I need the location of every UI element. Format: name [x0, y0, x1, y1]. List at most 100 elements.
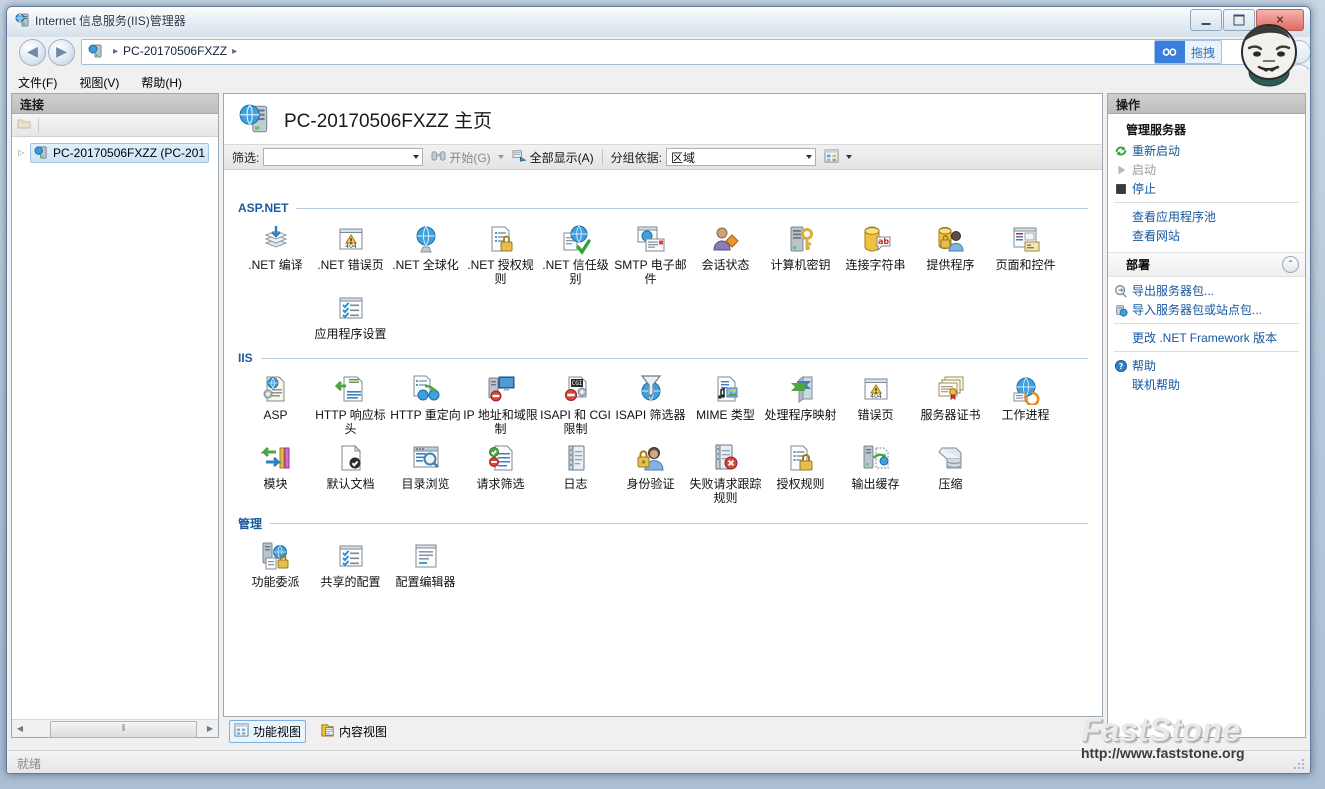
- feature-ip-address-domain-restrictions[interactable]: IP 地址和域限制: [463, 369, 538, 438]
- feature-configuration-editor[interactable]: 配置编辑器: [388, 536, 463, 591]
- feature-worker-processes[interactable]: 工作进程: [988, 369, 1063, 438]
- feature-application-settings[interactable]: 应用程序设置: [313, 288, 388, 343]
- filter-input[interactable]: [263, 148, 424, 166]
- feature-http-response-headers[interactable]: HTTP 响应标头: [313, 369, 388, 438]
- face-sticker-overlay: [1233, 20, 1305, 88]
- menu-item-file[interactable]: 文件(F): [7, 70, 68, 94]
- breadcrumb-separator-2[interactable]: ▸: [227, 46, 242, 57]
- netdisk-drag-badge[interactable]: 拖拽: [1153, 40, 1222, 64]
- mime-types-icon: [710, 373, 742, 405]
- feature-mime-types[interactable]: MIME 类型: [688, 369, 763, 438]
- feature-feature-delegation[interactable]: 功能委派: [238, 536, 313, 591]
- feature-net-authorization-rules[interactable]: .NET 授权规则: [463, 219, 538, 288]
- action-help[interactable]: ? 帮助: [1108, 356, 1305, 375]
- feature-machine-key[interactable]: 计算机密钥: [763, 219, 838, 288]
- action-view-application-pools[interactable]: 查看应用程序池: [1108, 207, 1305, 226]
- connections-tree[interactable]: ▷ PC-20170506FXZZ (PC-201: [12, 137, 218, 163]
- breadcrumb-item-server[interactable]: PC-20170506FXZZ: [123, 44, 227, 58]
- action-stop[interactable]: 停止: [1108, 179, 1305, 198]
- go-chevron-down-icon[interactable]: [497, 155, 504, 159]
- smtp-email-icon: [635, 223, 667, 255]
- action-import-server-or-site-package[interactable]: 导入服务器包或站点包...: [1108, 300, 1305, 319]
- feature-net-compilation[interactable]: .NET 编译: [238, 219, 313, 288]
- scroll-right-arrow[interactable]: ▶: [202, 724, 218, 733]
- tree-item-selected[interactable]: PC-20170506FXZZ (PC-201: [30, 142, 210, 163]
- view-mode-button[interactable]: [824, 148, 853, 166]
- chevron-down-icon[interactable]: [806, 155, 813, 159]
- group-by-select[interactable]: 区域: [666, 148, 817, 166]
- forward-button[interactable]: ▶: [48, 39, 75, 66]
- isapi-filters-icon: [635, 373, 667, 405]
- chevron-down-icon[interactable]: [413, 155, 420, 159]
- menu-item-view[interactable]: 视图(V): [68, 70, 130, 94]
- svg-text:ab: ab: [877, 237, 888, 246]
- tab-content-view[interactable]: 内容视图: [316, 721, 391, 742]
- connect-to-server-icon[interactable]: [16, 116, 34, 134]
- action-change-dotnet-framework-version[interactable]: 更改 .NET Framework 版本: [1108, 328, 1305, 347]
- scroll-thumb[interactable]: ⦀: [50, 721, 197, 738]
- scroll-left-arrow[interactable]: ◀: [12, 724, 28, 733]
- menu-item-help[interactable]: 帮助(H): [130, 70, 193, 94]
- action-online-help[interactable]: 联机帮助: [1108, 375, 1305, 394]
- feature-isapi-cgi-restrictions[interactable]: CGI ISAPI 和 CGI 限制: [538, 369, 613, 438]
- feature-net-trust-levels[interactable]: .NET 信任级别: [538, 219, 613, 288]
- svg-text:?: ?: [1119, 361, 1124, 370]
- resize-grip[interactable]: [1292, 757, 1306, 771]
- breadcrumb[interactable]: ▸ PC-20170506FXZZ ▸: [108, 40, 242, 62]
- filter-label: 筛选:: [232, 150, 260, 165]
- feature-asp[interactable]: ASP: [238, 369, 313, 438]
- feature-pages-and-controls[interactable]: 页面和控件: [988, 219, 1063, 288]
- tree-row-server[interactable]: ▷ PC-20170506FXZZ (PC-201: [12, 142, 218, 163]
- feature-logging[interactable]: 日志: [538, 438, 613, 507]
- feature-net-error-pages[interactable]: 404 .NET 错误页: [313, 219, 388, 288]
- action-view-sites[interactable]: 查看网站: [1108, 226, 1305, 245]
- feature-net-globalization[interactable]: .NET 全球化: [388, 219, 463, 288]
- toolbar-divider: [601, 149, 603, 165]
- action-start[interactable]: 启动: [1108, 160, 1305, 179]
- expander-icon[interactable]: ▷: [18, 148, 30, 157]
- view-chevron-down-icon[interactable]: [846, 155, 853, 159]
- action-restart[interactable]: 重新启动: [1108, 141, 1305, 160]
- go-button[interactable]: 开始(G): [431, 149, 504, 166]
- feature-error-pages[interactable]: 404 错误页: [838, 369, 913, 438]
- feature-shared-configuration[interactable]: 共享的配置: [313, 536, 388, 591]
- feature-modules[interactable]: 模块: [238, 438, 313, 507]
- feature-compression[interactable]: 压缩: [913, 438, 988, 507]
- show-all-button[interactable]: 全部显示(A): [512, 149, 594, 166]
- feature-http-redirect[interactable]: HTTP 重定向: [388, 369, 463, 438]
- feature-label: HTTP 响应标头: [315, 408, 386, 436]
- scroll-track[interactable]: ⦀: [28, 721, 202, 738]
- feature-label: MIME 类型: [696, 408, 755, 422]
- feature-request-filtering[interactable]: 请求筛选: [463, 438, 538, 507]
- feature-session-state[interactable]: 会话状态: [688, 219, 763, 288]
- breadcrumb-bar[interactable]: ▸ PC-20170506FXZZ ▸: [81, 39, 1280, 65]
- feature-authentication[interactable]: 身份验证: [613, 438, 688, 507]
- actions-deploy-section: 导出服务器包... 导入服务器包或站点包... 更改 .NET Framewor…: [1108, 281, 1305, 394]
- chevron-up-icon[interactable]: ⌃: [1282, 256, 1299, 273]
- connections-hscrollbar[interactable]: ◀ ⦀ ▶: [12, 719, 218, 738]
- features-view-icon: [234, 723, 249, 740]
- feature-directory-browsing[interactable]: 目录浏览: [388, 438, 463, 507]
- feature-providers[interactable]: 提供程序: [913, 219, 988, 288]
- action-export-server-package[interactable]: 导出服务器包...: [1108, 281, 1305, 300]
- tab-features-view[interactable]: 功能视图: [229, 720, 307, 743]
- actions-deploy-header[interactable]: 部署 ⌃: [1108, 252, 1305, 277]
- import-package-icon: [1112, 302, 1130, 318]
- feature-authorization-rules[interactable]: 授权规则: [763, 438, 838, 507]
- group-header: ASP.NET: [238, 201, 1088, 215]
- feature-connection-strings[interactable]: ab 连接字符串: [838, 219, 913, 288]
- feature-label: 错误页: [857, 408, 894, 422]
- feature-server-certificates[interactable]: 服务器证书: [913, 369, 988, 438]
- iis-server-icon: [15, 12, 31, 28]
- feature-smtp-email[interactable]: SMTP 电子邮件: [613, 219, 688, 288]
- feature-label: 功能委派: [251, 575, 300, 589]
- minimize-button[interactable]: [1190, 9, 1222, 31]
- feature-handler-mappings[interactable]: 处理程序映射: [763, 369, 838, 438]
- feature-failed-request-tracing-rules[interactable]: 失败请求跟踪规则: [688, 438, 763, 507]
- back-button[interactable]: ◀: [19, 39, 46, 66]
- page-title-icon: [238, 102, 272, 136]
- feature-default-document[interactable]: 默认文档: [313, 438, 388, 507]
- feature-isapi-filters[interactable]: ISAPI 筛选器: [613, 369, 688, 438]
- feature-output-caching[interactable]: 输出缓存: [838, 438, 913, 507]
- directory-browsing-icon: [410, 442, 442, 474]
